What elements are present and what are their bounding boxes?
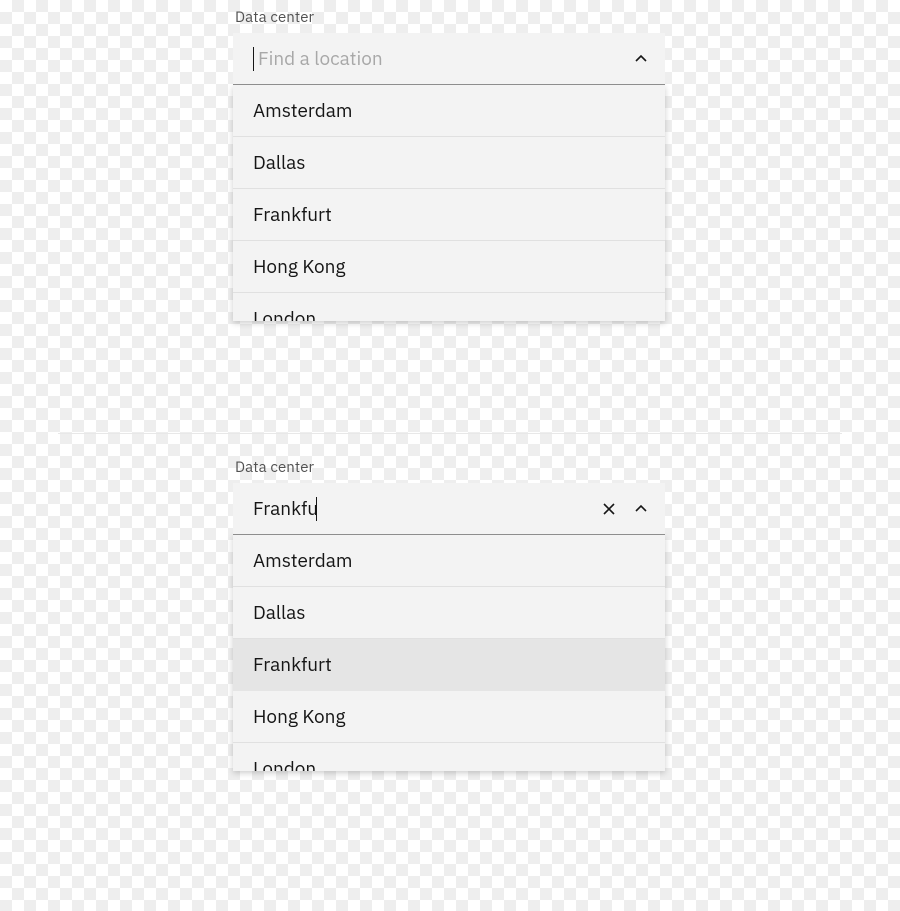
- combobox-option[interactable]: London: [233, 293, 665, 321]
- option-label: Frankfurt: [253, 203, 332, 227]
- option-label: Dallas: [253, 601, 306, 625]
- option-label: Amsterdam: [253, 99, 353, 123]
- combobox-label: Data center: [235, 8, 665, 27]
- combobox-label: Data center: [235, 458, 665, 477]
- combobox: Data center Frankfu: [233, 458, 665, 771]
- field-actions: [599, 499, 651, 519]
- combobox-field[interactable]: Find a location: [233, 33, 665, 85]
- canvas: Data center Find a location Amsterdam Da…: [0, 0, 900, 911]
- combobox-option[interactable]: Dallas: [233, 137, 665, 189]
- combobox-menu[interactable]: Amsterdam Dallas Frankfurt Hong Kong Lon…: [233, 85, 665, 321]
- chevron-up-icon[interactable]: [631, 499, 651, 519]
- combobox-option[interactable]: Amsterdam: [233, 85, 665, 137]
- combobox-option[interactable]: Frankfurt: [233, 639, 665, 691]
- combobox-option[interactable]: Frankfurt: [233, 189, 665, 241]
- example-bottom: Data center Frankfu: [0, 434, 900, 911]
- option-label: London: [253, 307, 316, 321]
- option-label: Frankfurt: [253, 653, 332, 677]
- example-top: Data center Find a location Amsterdam Da…: [0, 0, 900, 434]
- chevron-up-icon[interactable]: [631, 49, 651, 69]
- combobox-input[interactable]: Find a location: [258, 47, 631, 71]
- field-actions: [631, 49, 651, 69]
- option-label: Amsterdam: [253, 549, 353, 573]
- option-label: Hong Kong: [253, 255, 345, 279]
- text-caret: [253, 47, 254, 71]
- combobox-option[interactable]: London: [233, 743, 665, 771]
- combobox-input[interactable]: Frankfu: [253, 497, 318, 521]
- option-label: Dallas: [253, 151, 306, 175]
- combobox-field[interactable]: Frankfu: [233, 483, 665, 535]
- option-label: Hong Kong: [253, 705, 345, 729]
- combobox-option[interactable]: Hong Kong: [233, 691, 665, 743]
- option-label: London: [253, 757, 316, 771]
- combobox-option[interactable]: Amsterdam: [233, 535, 665, 587]
- combobox-option[interactable]: Dallas: [233, 587, 665, 639]
- combobox-menu[interactable]: Amsterdam Dallas Frankfurt Hong Kong Lon…: [233, 535, 665, 771]
- combobox-option[interactable]: Hong Kong: [233, 241, 665, 293]
- close-icon[interactable]: [599, 499, 619, 519]
- combobox: Data center Find a location Amsterdam Da…: [233, 8, 665, 321]
- text-caret: [316, 497, 317, 521]
